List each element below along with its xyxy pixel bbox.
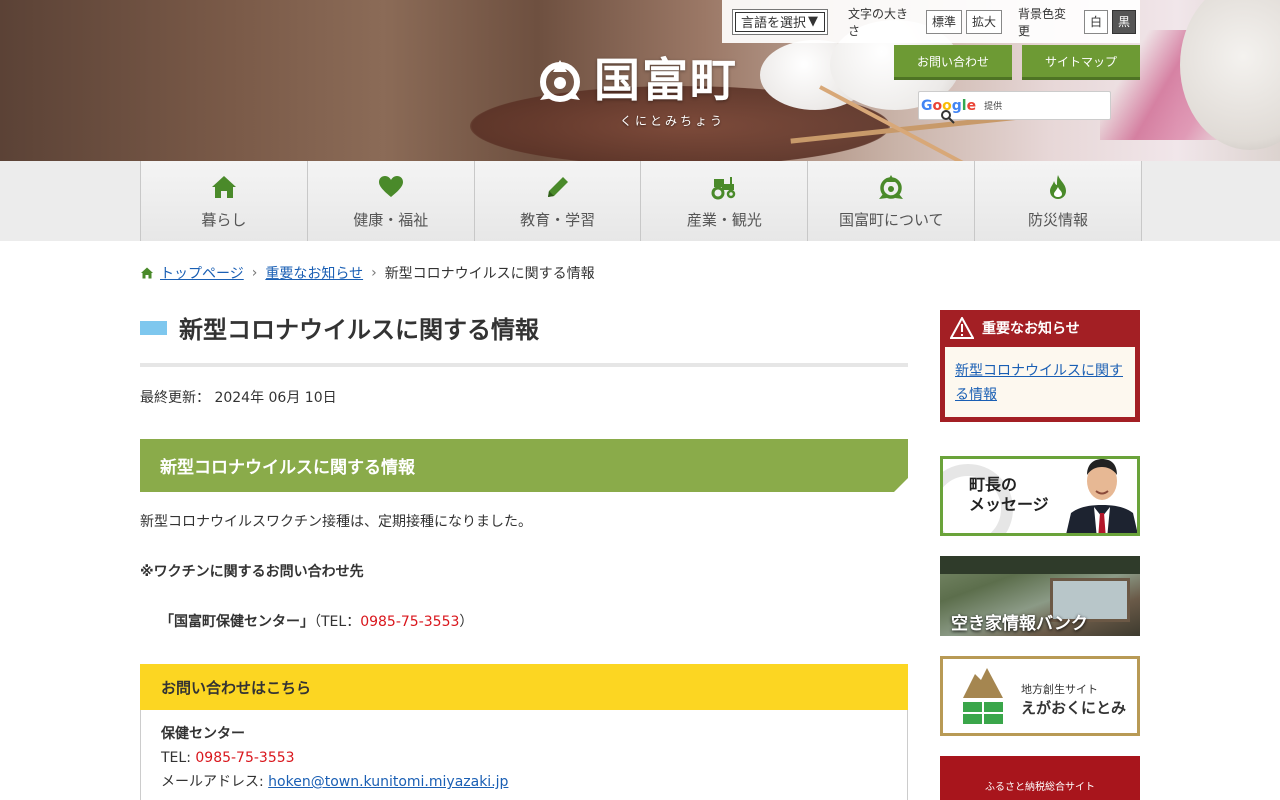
important-notice-link[interactable]: 新型コロナウイルスに関する情報 <box>955 363 1123 403</box>
font-size-large-button[interactable]: 拡大 <box>965 9 1002 34</box>
flame-icon <box>1050 174 1067 199</box>
title-marker <box>140 320 167 335</box>
home-icon <box>141 267 153 279</box>
mayor-text-line2: メッセージ <box>969 495 1049 514</box>
main-content: 新型コロナウイルスに関する情報 最終更新： 2024年 06月 10日 新型コロ… <box>140 300 908 800</box>
nav-label: 防災情報 <box>1028 210 1089 229</box>
pencil-icon <box>547 176 568 197</box>
health-center-name: 「国富町保健センター」 <box>160 614 314 630</box>
breadcrumb: トップページ › 重要なお知らせ › 新型コロナウイルスに関する情報 <box>140 263 595 283</box>
important-notice-body: 新型コロナウイルスに関する情報 <box>945 347 1135 417</box>
contact-mail-link[interactable]: hoken@town.kunitomi.miyazaki.jp <box>268 774 508 790</box>
contact-mail-line: メールアドレス: hoken@town.kunitomi.miyazaki.jp <box>161 770 887 794</box>
section-heading: 新型コロナウイルスに関する情報 <box>140 439 908 492</box>
heart-icon <box>378 175 403 197</box>
tractor-icon <box>711 176 736 199</box>
nav-item-health[interactable]: 健康・福祉 <box>307 161 475 241</box>
breadcrumb-parent-link[interactable]: 重要なお知らせ <box>265 263 363 283</box>
chevron-right-icon: › <box>371 265 377 281</box>
nav-item-industry[interactable]: 産業・観光 <box>641 161 809 241</box>
vacant-house-bank-banner[interactable]: 空き家情報バンク <box>940 556 1140 636</box>
font-size-standard-button[interactable]: 標準 <box>925 9 962 34</box>
search-provided-label: 提供 <box>984 102 1003 112</box>
egao-title: えがおくにとみ <box>1021 699 1127 717</box>
language-select[interactable]: 言語を選択 ▼ <box>732 8 828 35</box>
contact-tel: 0985-75-3553 <box>195 750 295 766</box>
contact-tel-label: TEL: <box>161 750 196 766</box>
font-size-label: 文字の大きさ <box>848 6 909 38</box>
contact-mail-label: メールアドレス: <box>161 774 269 790</box>
mayor-photo <box>1066 459 1137 533</box>
nav-item-disaster[interactable]: 防災情報 <box>975 161 1142 241</box>
egao-subtitle: 地方創生サイト <box>1021 683 1098 696</box>
breadcrumb-home-link[interactable]: トップページ <box>160 263 244 283</box>
site-logo[interactable]: 国富町 <box>536 56 738 104</box>
chevron-down-icon: ▼ <box>808 14 819 29</box>
sitemap-button[interactable]: サイトマップ <box>1022 45 1140 80</box>
nav-item-living[interactable]: 暮らし <box>141 161 308 241</box>
body-paragraph: 新型コロナウイルスワクチン接種は、定期接種になりました。 <box>140 514 532 530</box>
warning-icon <box>950 317 974 339</box>
last-updated: 最終更新： 2024年 06月 10日 <box>140 390 337 406</box>
nav-label: 健康・福祉 <box>353 210 429 229</box>
mayor-message-banner[interactable]: 町長の メッセージ <box>940 456 1140 536</box>
nav-label: 暮らし <box>201 210 247 229</box>
nav-label: 教育・学習 <box>520 210 596 229</box>
utility-bar: 言語を選択 ▼ 文字の大きさ 標準 拡大 背景色変更 白 黒 <box>722 0 1140 43</box>
search-icon[interactable] <box>940 110 956 124</box>
contact-dept: 保健センター <box>161 726 245 742</box>
nav-item-about-town[interactable]: 国富町について <box>808 161 976 241</box>
site-logo-text: 国富町 <box>594 53 738 107</box>
furusato-tax-text: ふるさと納税総合サイト <box>985 782 1095 793</box>
nav-label: 国富町について <box>838 210 944 229</box>
header-banner: 国富町 くにとみちょう 言語を選択 ▼ 文字の大きさ 標準 拡大 背景色変更 白 … <box>0 0 1280 161</box>
nav-item-education[interactable]: 教育・学習 <box>474 161 642 241</box>
contact-heading: お問い合わせはこちら <box>140 664 908 710</box>
language-select-label: 言語を選択 <box>741 16 807 31</box>
mountain-logo-icon <box>963 668 1003 724</box>
house-roof <box>940 556 1140 574</box>
title-divider <box>140 363 908 367</box>
mayor-message-text: 町長の メッセージ <box>969 475 1049 515</box>
bg-white-button[interactable]: 白 <box>1083 9 1108 34</box>
bg-color-label: 背景色変更 <box>1017 6 1066 38</box>
town-emblem-icon <box>540 60 580 102</box>
furusato-tax-banner[interactable]: ふるさと納税総合サイト <box>940 756 1140 800</box>
global-nav: 暮らし 健康・福祉 教育・学習 産業・観光 国富町について 防災情報 <box>0 161 1280 241</box>
town-emblem-icon <box>879 174 904 199</box>
tel-number: 0985-75-3553 <box>360 614 460 630</box>
health-center-line: 「国富町保健センター」（TEL：0985-75-3553） <box>140 611 908 631</box>
page-title: 新型コロナウイルスに関する情報 <box>140 300 908 355</box>
tel-prefix: （TEL： <box>314 614 361 630</box>
contact-box: 保健センター TEL: 0985-75-3553 メールアドレス: hoken@… <box>140 710 908 800</box>
home-icon <box>211 175 236 198</box>
important-notice-title: 重要なお知らせ <box>982 321 1080 337</box>
important-notice-box: 重要なお知らせ 新型コロナウイルスに関する情報 <box>940 310 1140 422</box>
contact-tel-line: TEL: 0985-75-3553 <box>161 746 887 770</box>
site-logo-reading: くにとみちょう <box>620 114 726 128</box>
nav-label: 産業・観光 <box>686 210 762 229</box>
important-notice-heading: 重要なお知らせ <box>940 310 1140 346</box>
tel-suffix: ） <box>459 614 474 630</box>
egao-kunitomi-banner[interactable]: 地方創生サイト えがおくにとみ <box>940 656 1140 736</box>
breadcrumb-current: 新型コロナウイルスに関する情報 <box>384 266 595 282</box>
contact-button[interactable]: お問い合わせ <box>894 45 1012 80</box>
mayor-text-line1: 町長の <box>969 475 1018 494</box>
vaccine-inquiry-heading: ※ワクチンに関するお問い合わせ先 <box>140 564 364 580</box>
bg-black-button[interactable]: 黒 <box>1111 9 1136 34</box>
chevron-right-icon: › <box>251 265 258 281</box>
vacant-house-bank-text: 空き家情報バンク <box>951 614 1088 634</box>
page-title-text: 新型コロナウイルスに関する情報 <box>179 316 539 344</box>
